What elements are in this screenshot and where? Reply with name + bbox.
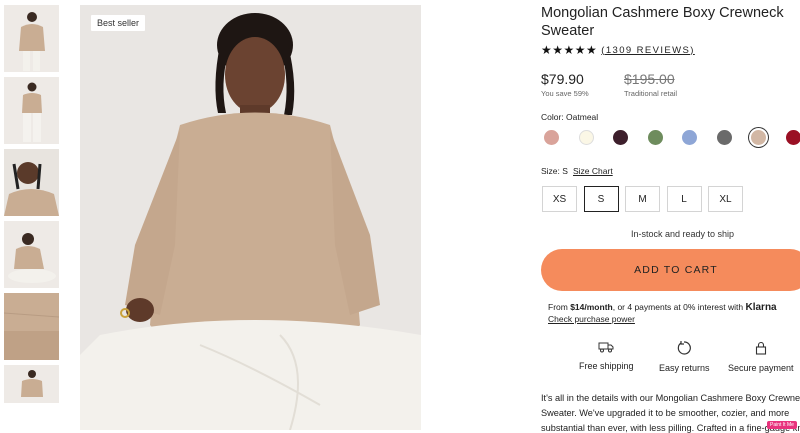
- thumbnail-1[interactable]: [4, 5, 59, 72]
- product-title: Mongolian Cashmere Boxy Crewneck Sweater: [541, 5, 784, 39]
- swatch-red[interactable]: [785, 130, 800, 145]
- swatch-plum[interactable]: [613, 130, 628, 145]
- savings-text: You save 59%: [541, 89, 589, 98]
- add-to-cart-button[interactable]: ADD TO CART: [541, 249, 800, 291]
- rating: ★★★★★ (1309 REVIEWS): [541, 43, 695, 57]
- thumbnail-5[interactable]: [4, 293, 59, 360]
- best-seller-badge: Best seller: [91, 15, 146, 31]
- klarna-logo: Klarna: [745, 302, 777, 313]
- description-line: Sweater. We've upgraded it to be smoothe…: [541, 408, 790, 418]
- free-shipping-label: Free shipping: [579, 361, 634, 371]
- size-xl-button[interactable]: XL: [708, 186, 743, 212]
- size-l-button[interactable]: L: [666, 186, 702, 212]
- size-options: XS S M L XL: [542, 186, 750, 212]
- swatch-pink[interactable]: [544, 130, 559, 145]
- check-purchase-power-link[interactable]: Check purchase power: [548, 314, 635, 324]
- feature-secure-payment: Secure payment: [728, 341, 794, 373]
- size-xs-button[interactable]: XS: [542, 186, 577, 212]
- klarna-financing: From $14/month, or 4 payments at 0% inte…: [548, 302, 777, 313]
- lock-icon: [755, 341, 766, 355]
- description-line: substantial than ever, with less pilling…: [541, 423, 800, 433]
- original-price: $195.00: [624, 71, 675, 87]
- klarna-prefix: From: [548, 302, 571, 312]
- size-label: Size: S: [541, 166, 568, 176]
- size-s-button[interactable]: S: [583, 186, 619, 212]
- klarna-suffix: , or 4 payments at 0% interest with: [612, 302, 746, 312]
- thumbnail-3[interactable]: [4, 149, 59, 216]
- feature-easy-returns: Easy returns: [659, 341, 710, 373]
- size-m-button[interactable]: M: [625, 186, 660, 212]
- swatch-ivory[interactable]: [578, 130, 594, 145]
- main-product-image: Best seller: [80, 5, 421, 430]
- truck-icon: [598, 342, 614, 353]
- thumbnail-6[interactable]: [4, 365, 59, 403]
- color-swatches: [544, 130, 800, 145]
- sale-price: $79.90: [541, 71, 584, 87]
- thumbnail-4[interactable]: [4, 221, 59, 288]
- description-line: It's all in the details with our Mongoli…: [541, 393, 800, 403]
- easy-returns-label: Easy returns: [659, 363, 710, 373]
- color-label: Color: Oatmeal: [541, 112, 599, 122]
- swatch-oatmeal[interactable]: [751, 130, 766, 145]
- klarna-amount: $14/month: [570, 302, 613, 312]
- swatch-grey[interactable]: [716, 130, 732, 145]
- return-arrow-icon: [678, 341, 692, 355]
- size-chart-link[interactable]: Size Chart: [573, 166, 613, 176]
- browser-extension-tag[interactable]: Paint It Me: [767, 421, 797, 429]
- product-description: It's all in the details with our Mongoli…: [541, 391, 800, 433]
- star-rating-icon: ★★★★★: [541, 43, 598, 57]
- swatch-green[interactable]: [647, 130, 663, 145]
- feature-free-shipping: Free shipping: [579, 341, 634, 371]
- thumbnail-strip: [4, 5, 59, 408]
- swatch-blue[interactable]: [682, 130, 697, 145]
- reviews-link[interactable]: (1309 REVIEWS): [601, 45, 695, 56]
- stock-status: In-stock and ready to ship: [631, 229, 735, 239]
- original-price-label: Traditional retail: [624, 89, 678, 98]
- secure-payment-label: Secure payment: [728, 363, 794, 373]
- thumbnail-2[interactable]: [4, 77, 59, 144]
